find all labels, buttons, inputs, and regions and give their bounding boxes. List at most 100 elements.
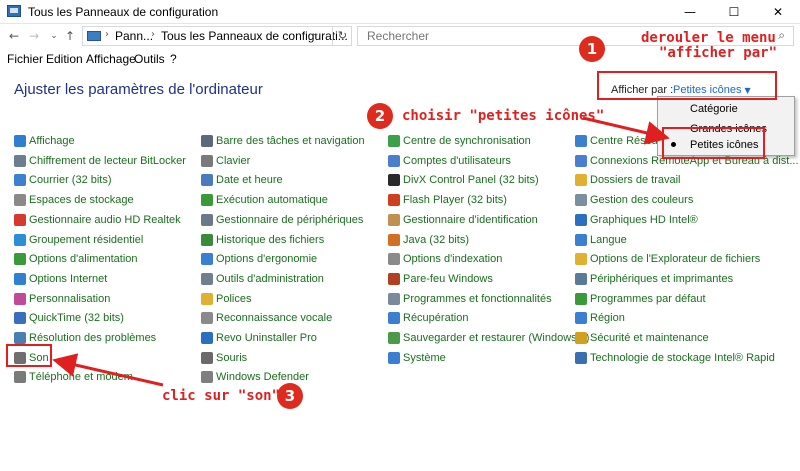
menu-help[interactable]: ? [170, 52, 177, 66]
chiffrement-de-lecteur-bitlocker-icon[interactable] [14, 154, 26, 167]
item-label[interactable]: QuickTime (32 bits) [29, 312, 124, 324]
option-categorie[interactable]: Catégorie [658, 100, 794, 118]
item-label[interactable]: Gestionnaire audio HD Realtek [29, 214, 181, 226]
item-label[interactable]: Affichage [29, 135, 75, 147]
item-label[interactable]: Pare-feu Windows [403, 273, 493, 285]
search-icon[interactable]: ⌕ [778, 28, 785, 43]
back-button[interactable]: ← [6, 27, 22, 45]
item-label[interactable]: Système [403, 352, 446, 364]
quicktime-32-bits-icon[interactable] [14, 312, 26, 325]
item-label[interactable]: Programmes par défaut [590, 293, 706, 305]
gestionnaire-d-identification-icon[interactable] [388, 213, 400, 226]
item-label[interactable]: Téléphone et modem [29, 371, 133, 383]
menu-fichier[interactable]: Fichier [7, 52, 43, 66]
revo-uninstaller-pro-icon[interactable] [201, 332, 213, 344]
item-label[interactable]: Options d'indexation [403, 253, 502, 265]
item-label[interactable]: Clavier [216, 155, 250, 167]
execution-automatique-icon[interactable] [201, 194, 213, 207]
item-label[interactable]: Souris [216, 352, 247, 364]
connexions-remoteapp-et-bureau-a-dist-icon[interactable] [575, 154, 587, 167]
item-label[interactable]: Barre des tâches et navigation [216, 135, 365, 147]
item-label[interactable]: Périphériques et imprimantes [590, 273, 733, 285]
item-label[interactable]: Options de l'Explorateur de fichiers [590, 253, 760, 265]
souris-icon[interactable] [201, 351, 213, 364]
dossiers-de-travail-icon[interactable] [575, 174, 587, 187]
sauvegarder-et-restaurer-windows-7-icon[interactable] [388, 332, 400, 344]
forward-button[interactable]: → [26, 27, 42, 45]
langue-icon[interactable] [575, 233, 587, 246]
polices-icon[interactable] [201, 292, 213, 305]
peripheriques-et-imprimantes-icon[interactable] [575, 272, 587, 285]
centre-reseau-et-partage-icon[interactable] [575, 135, 587, 147]
barre-des-taches-et-navigation-icon[interactable] [201, 135, 213, 147]
reconnaissance-vocale-icon[interactable] [201, 312, 213, 325]
centre-de-synchronisation-icon[interactable] [388, 135, 400, 147]
menu-affichage[interactable]: Affichage [86, 52, 136, 66]
telephone-et-modem-icon[interactable] [14, 371, 26, 384]
maximize-button[interactable]: ☐ [712, 0, 756, 24]
securite-et-maintenance-icon[interactable] [575, 332, 587, 344]
item-label[interactable]: Reconnaissance vocale [216, 312, 332, 324]
breadcrumb-item-current[interactable]: Tous les Panneaux de configurati... [161, 29, 348, 43]
breadcrumb-item[interactable]: Pann... [115, 29, 153, 43]
item-label[interactable]: Outils d'administration [216, 273, 324, 285]
groupement-residentiel-icon[interactable] [14, 233, 26, 246]
item-label[interactable]: Courrier (32 bits) [29, 174, 112, 186]
programmes-et-fonctionnalites-icon[interactable] [388, 292, 400, 305]
item-label[interactable]: Historique des fichiers [216, 234, 324, 246]
item-label[interactable]: Options d'ergonomie [216, 253, 317, 265]
outils-d-administration-icon[interactable] [201, 272, 213, 285]
options-internet-icon[interactable] [14, 272, 26, 285]
gestionnaire-audio-hd-realtek-icon[interactable] [14, 213, 26, 226]
minimize-button[interactable]: — [668, 0, 712, 24]
item-label[interactable]: Langue [590, 234, 627, 246]
historique-des-fichiers-icon[interactable] [201, 233, 213, 246]
item-label[interactable]: Gestionnaire de périphériques [216, 214, 363, 226]
breadcrumb-separator[interactable]: › [151, 29, 155, 40]
item-label[interactable]: Flash Player (32 bits) [403, 194, 507, 206]
menu-outils[interactable]: Outils [134, 52, 165, 66]
gestion-des-couleurs-icon[interactable] [575, 194, 587, 207]
systeme-icon[interactable] [388, 351, 400, 364]
programmes-par-defaut-icon[interactable] [575, 292, 587, 305]
refresh-button[interactable]: ↻ [332, 27, 352, 45]
java-32-bits-icon[interactable] [388, 233, 400, 246]
affichage-icon[interactable] [14, 135, 26, 147]
resolution-des-problemes-icon[interactable] [14, 332, 26, 344]
gestionnaire-de-peripheriques-icon[interactable] [201, 213, 213, 226]
item-label[interactable]: Gestionnaire d'identification [403, 214, 538, 226]
item-label[interactable]: Comptes d'utilisateurs [403, 155, 511, 167]
date-et-heure-icon[interactable] [201, 174, 213, 187]
item-label[interactable]: Dossiers de travail [590, 174, 680, 186]
options-d-indexation-icon[interactable] [388, 253, 400, 266]
recent-locations-button[interactable]: ⌄ [46, 27, 62, 45]
item-label[interactable]: Personnalisation [29, 293, 110, 305]
item-label[interactable]: Options d'alimentation [29, 253, 138, 265]
item-label[interactable]: Graphiques HD Intel® [590, 214, 698, 226]
item-label[interactable]: Options Internet [29, 273, 107, 285]
item-label[interactable]: Résolution des problèmes [29, 332, 156, 344]
options-d-alimentation-icon[interactable] [14, 253, 26, 266]
espaces-de-stockage-icon[interactable] [14, 194, 26, 207]
close-button[interactable]: ✕ [756, 0, 800, 24]
item-label[interactable]: Windows Defender [216, 371, 309, 383]
item-label[interactable]: Programmes et fonctionnalités [403, 293, 552, 305]
address-bar[interactable]: › Pann... › Tous les Panneaux de configu… [82, 26, 352, 46]
item-label[interactable]: Sécurité et maintenance [590, 332, 709, 344]
item-label[interactable]: Technologie de stockage Intel® Rapid [590, 352, 775, 364]
divx-control-panel-32-bits-icon[interactable] [388, 174, 400, 187]
option-label[interactable]: Catégorie [690, 103, 738, 115]
windows-defender-icon[interactable] [201, 371, 213, 384]
item-label[interactable]: Revo Uninstaller Pro [216, 332, 317, 344]
recuperation-icon[interactable] [388, 312, 400, 325]
item-label[interactable]: Date et heure [216, 174, 283, 186]
item-label[interactable]: Région [590, 312, 625, 324]
technologie-de-stockage-intel-rapid-icon[interactable] [575, 351, 587, 364]
courrier-32-bits-icon[interactable] [14, 174, 26, 187]
item-label[interactable]: Centre de synchronisation [403, 135, 531, 147]
address-dropdown-icon[interactable]: ⌄ [312, 29, 320, 39]
item-label[interactable]: Java (32 bits) [403, 234, 469, 246]
menu-edition[interactable]: Edition [46, 52, 83, 66]
comptes-d-utilisateurs-icon[interactable] [388, 154, 400, 167]
clavier-icon[interactable] [201, 154, 213, 167]
